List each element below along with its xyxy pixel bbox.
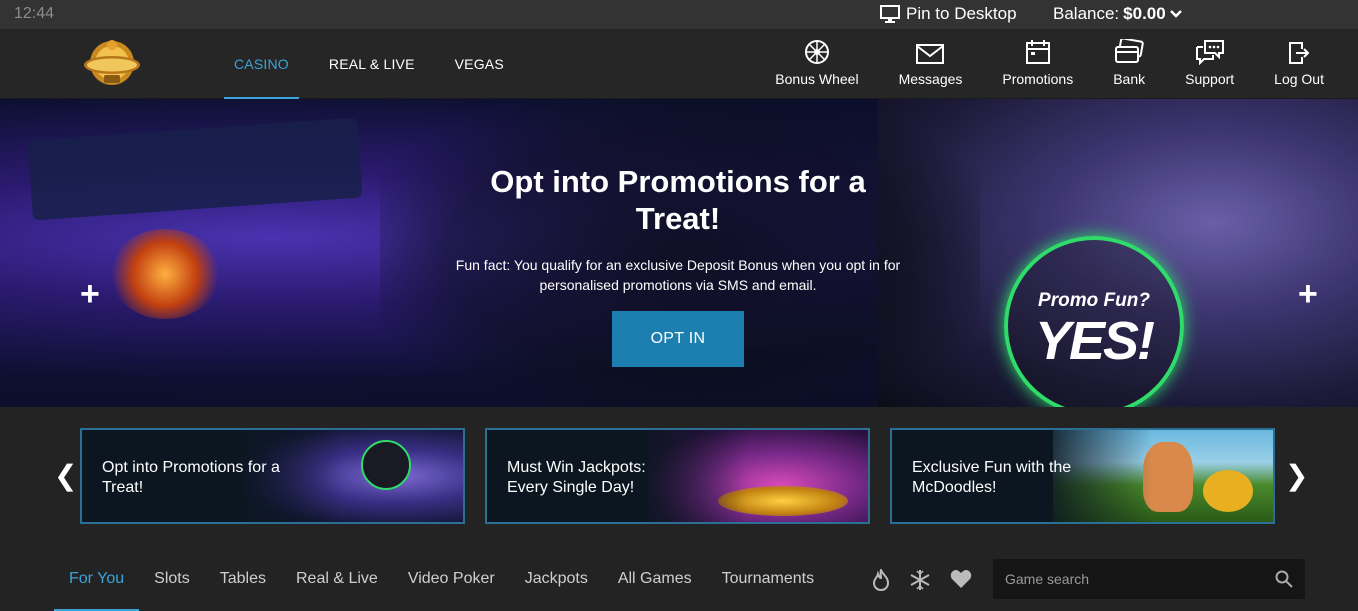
- casino-logo-icon[interactable]: [82, 37, 142, 89]
- pin-label: Pin to Desktop: [906, 4, 1017, 23]
- chevron-right-icon[interactable]: ❯: [1285, 459, 1308, 492]
- bonus-wheel-button[interactable]: Bonus Wheel: [755, 29, 878, 99]
- sparkle-icon: +: [80, 275, 100, 313]
- tab-tables[interactable]: Tables: [205, 547, 281, 611]
- nav-casino[interactable]: CASINO: [224, 29, 299, 99]
- balance-dropdown[interactable]: Balance: $0.00: [1053, 4, 1182, 24]
- promo-card[interactable]: Must Win Jackpots: Every Single Day!: [485, 428, 870, 524]
- nav-vegas[interactable]: VEGAS: [445, 29, 514, 99]
- game-tabs: For You Slots Tables Real & Live Video P…: [54, 547, 829, 611]
- main-nav: CASINO REAL & LIVE VEGAS: [224, 29, 534, 99]
- monitor-icon: [880, 5, 900, 23]
- support-label: Support: [1185, 71, 1235, 87]
- calendar-icon: [1025, 40, 1050, 64]
- tab-real-live[interactable]: Real & Live: [281, 547, 393, 611]
- envelope-icon: [916, 44, 945, 64]
- tab-for-you[interactable]: For You: [54, 547, 140, 611]
- promo-carousel: ❮ Opt into Promotions for a Treat! Must …: [0, 407, 1358, 547]
- snowflake-icon[interactable]: [909, 569, 931, 591]
- promo-card[interactable]: Exclusive Fun with the McDoodles!: [890, 428, 1275, 524]
- promo-card-title: Exclusive Fun with the McDoodles!: [912, 459, 1072, 496]
- balance-value: $0.00: [1123, 4, 1166, 23]
- game-category-bar: For You Slots Tables Real & Live Video P…: [0, 547, 1358, 611]
- badge-big-text: YES!: [1034, 311, 1155, 371]
- flame-icon[interactable]: [872, 569, 890, 591]
- bonus-wheel-label: Bonus Wheel: [775, 71, 859, 87]
- game-search-input[interactable]: [993, 559, 1273, 599]
- cards-icon: [1115, 39, 1144, 63]
- hero-art-eye: [110, 229, 220, 319]
- game-search: [993, 559, 1305, 599]
- support-button[interactable]: Support: [1165, 29, 1254, 99]
- promo-card[interactable]: Opt into Promotions for a Treat!: [80, 428, 465, 524]
- badge-small-text: Promo Fun?: [1038, 290, 1150, 311]
- logout-button[interactable]: Log Out: [1254, 29, 1344, 99]
- tab-tournaments[interactable]: Tournaments: [707, 547, 830, 611]
- promo-badge: Promo Fun? YES!: [1004, 236, 1184, 407]
- logout-icon: [1289, 42, 1310, 64]
- balance-label: Balance:: [1053, 4, 1120, 23]
- bank-button[interactable]: Bank: [1093, 29, 1165, 99]
- clock: 12:44: [14, 5, 55, 22]
- chevron-left-icon[interactable]: ❮: [54, 459, 77, 492]
- messages-button[interactable]: Messages: [879, 29, 983, 99]
- wheel-icon: [804, 40, 829, 64]
- tool-nav: Bonus Wheel Messages Promotions Bank Sup…: [755, 29, 1344, 99]
- promotions-label: Promotions: [1002, 71, 1074, 87]
- heart-icon[interactable]: [950, 569, 972, 589]
- tab-video-poker[interactable]: Video Poker: [393, 547, 510, 611]
- status-bar: 12:44 Pin to Desktop Balance: $0.00: [0, 0, 1358, 29]
- chat-icon: [1195, 40, 1224, 65]
- messages-label: Messages: [898, 71, 963, 87]
- opt-in-button[interactable]: OPT IN: [612, 311, 744, 367]
- hero-description: Fun fact: You qualify for an exclusive D…: [455, 257, 901, 293]
- promo-card-title: Opt into Promotions for a Treat!: [102, 459, 280, 496]
- logout-label: Log Out: [1274, 71, 1324, 87]
- promo-card-title: Must Win Jackpots: Every Single Day!: [507, 459, 646, 496]
- bank-label: Bank: [1113, 71, 1146, 87]
- tab-jackpots[interactable]: Jackpots: [510, 547, 603, 611]
- hero-banner: Promo Fun? YES! + + Opt into Promotions …: [0, 99, 1358, 407]
- tab-all-games[interactable]: All Games: [603, 547, 707, 611]
- main-header: CASINO REAL & LIVE VEGAS Bonus Wheel Mes…: [0, 29, 1358, 99]
- promotions-button[interactable]: Promotions: [982, 29, 1093, 99]
- hero-title: Opt into Promotions for a Treat!: [490, 164, 866, 236]
- hero-art-hat: [27, 117, 363, 221]
- chevron-down-icon: [1169, 10, 1182, 18]
- pin-to-desktop-button[interactable]: Pin to Desktop: [880, 4, 1017, 24]
- nav-real-live[interactable]: REAL & LIVE: [319, 29, 425, 99]
- search-icon[interactable]: [1275, 570, 1293, 588]
- sparkle-icon: +: [1298, 275, 1318, 313]
- tab-slots[interactable]: Slots: [139, 547, 205, 611]
